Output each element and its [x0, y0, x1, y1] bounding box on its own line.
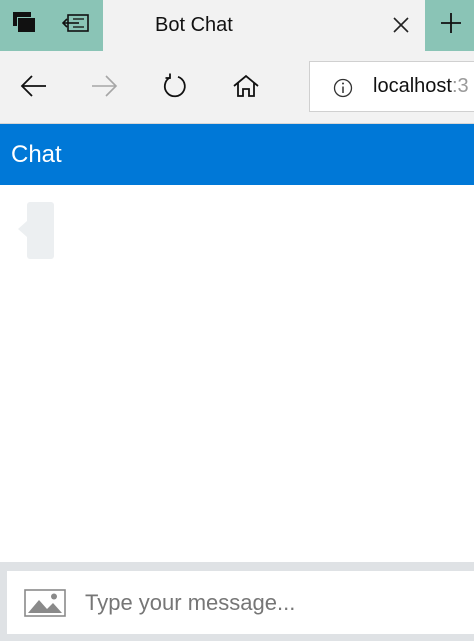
plus-icon — [440, 12, 462, 39]
composer-field-area — [7, 571, 474, 634]
tab-title: Bot Chat — [155, 14, 233, 36]
chat-header: Chat — [0, 124, 474, 185]
home-button[interactable] — [226, 68, 266, 108]
bot-message-bubble — [27, 202, 54, 259]
forward-button[interactable] — [84, 68, 124, 108]
chat-title: Chat — [11, 141, 62, 168]
image-upload-icon — [24, 589, 66, 621]
refresh-button[interactable] — [155, 68, 195, 108]
set-aside-tabs-icon — [61, 12, 90, 39]
message-input[interactable] — [85, 584, 465, 622]
home-icon — [233, 74, 259, 103]
tab-switcher-icon — [12, 11, 38, 40]
arrow-left-icon — [20, 74, 48, 102]
message-composer — [0, 562, 474, 641]
upload-button[interactable] — [24, 589, 66, 617]
chat-history[interactable] — [0, 185, 474, 562]
address-bar[interactable]: localhost:3 — [309, 61, 474, 112]
set-aside-tabs-button[interactable] — [51, 0, 101, 51]
address-url-host: localhost — [373, 75, 452, 97]
browser-navigation-bar: localhost:3 — [0, 51, 474, 124]
address-url-port: :3 — [451, 75, 469, 97]
close-icon[interactable] — [389, 13, 413, 37]
browser-tab-strip: Bot Chat — [0, 0, 474, 51]
address-url: localhost:3 — [373, 75, 469, 98]
arrow-right-icon — [90, 74, 118, 102]
new-tab-button[interactable] — [427, 0, 474, 51]
refresh-icon — [162, 73, 188, 104]
message-bubble-tail — [18, 221, 27, 237]
tab-switcher-button[interactable] — [0, 0, 50, 51]
back-button[interactable] — [14, 68, 54, 108]
info-icon[interactable] — [332, 77, 354, 99]
browser-tab[interactable]: Bot Chat — [103, 0, 425, 51]
